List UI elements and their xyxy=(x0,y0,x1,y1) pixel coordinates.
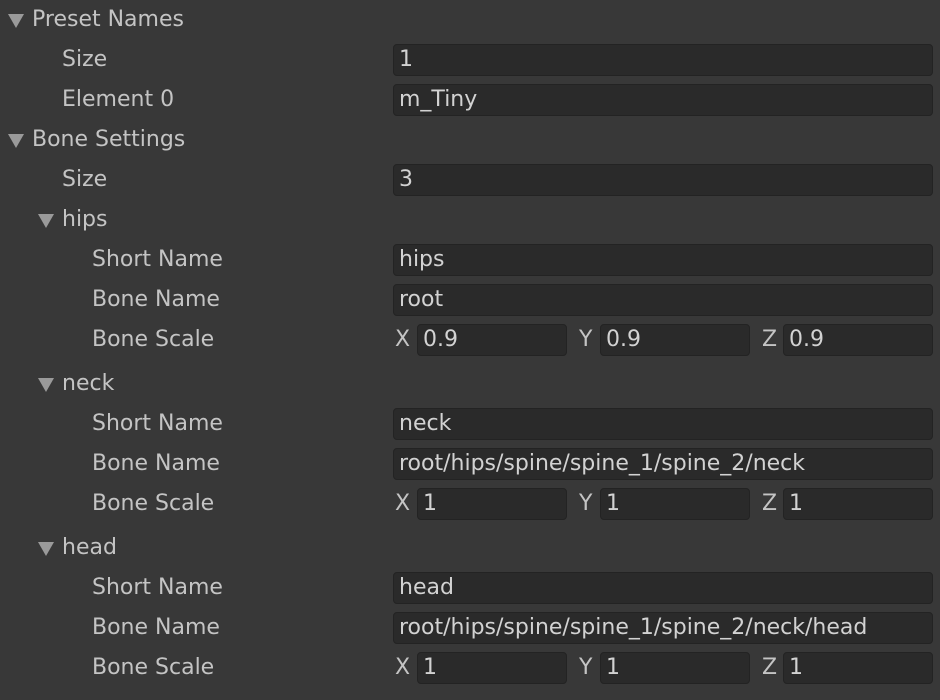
scale-z-field[interactable]: 1 xyxy=(783,488,933,520)
short-name-label: Short Name xyxy=(92,575,223,600)
bone-hips-foldout[interactable]: hips xyxy=(38,200,107,240)
y-axis-label[interactable]: Y xyxy=(579,648,592,688)
bone-scale-label: Bone Scale xyxy=(92,491,215,516)
scale-z-field[interactable]: 1 xyxy=(783,652,933,684)
bone-settings-row: Bone Settings xyxy=(0,120,940,160)
size-label: Size xyxy=(62,47,108,72)
short-name-row: Short Name head xyxy=(0,568,940,608)
bone-label: hips xyxy=(62,207,108,232)
z-axis-label[interactable]: Z xyxy=(762,320,777,360)
scale-z-field[interactable]: 0.9 xyxy=(783,324,933,356)
preset-element-row: Element 0 m_Tiny xyxy=(0,80,940,120)
y-axis-label[interactable]: Y xyxy=(579,320,592,360)
scale-y-field[interactable]: 0.9 xyxy=(600,324,750,356)
preset-names-foldout[interactable]: Preset Names xyxy=(8,0,184,40)
bone-name-field[interactable]: root xyxy=(393,284,933,316)
bone-name-row: Bone Name root/hips/spine/spine_1/spine_… xyxy=(0,444,940,484)
scale-x-field[interactable]: 0.9 xyxy=(417,324,567,356)
bone-scale-label: Bone Scale xyxy=(92,327,215,352)
short-name-label: Short Name xyxy=(92,247,223,272)
short-name-row: Short Name hips xyxy=(0,240,940,280)
bone-settings-size-field[interactable]: 3 xyxy=(393,164,933,196)
z-axis-label[interactable]: Z xyxy=(762,648,777,688)
short-name-label: Short Name xyxy=(92,411,223,436)
bone-label: neck xyxy=(62,371,115,396)
bone-scale-row: Bone Scale X 1 Y 1 Z 1 xyxy=(0,484,940,524)
bone-settings-label: Bone Settings xyxy=(32,127,186,152)
foldout-arrow-icon xyxy=(38,542,54,556)
bone-scale-label: Bone Scale xyxy=(92,655,215,680)
bone-name-row: Bone Name root xyxy=(0,280,940,320)
bone-name-label: Bone Name xyxy=(92,287,220,312)
y-axis-label[interactable]: Y xyxy=(579,484,592,524)
preset-names-label: Preset Names xyxy=(32,7,184,32)
short-name-field[interactable]: hips xyxy=(393,244,933,276)
scale-y-field[interactable]: 1 xyxy=(600,652,750,684)
bone-head-row: head xyxy=(0,528,940,568)
bone-label: head xyxy=(62,535,117,560)
size-label: Size xyxy=(62,167,108,192)
bone-settings-size-row: Size 3 xyxy=(0,160,940,200)
foldout-arrow-icon xyxy=(38,214,54,228)
bone-name-label: Bone Name xyxy=(92,615,220,640)
bone-name-field[interactable]: root/hips/spine/spine_1/spine_2/neck/hea… xyxy=(393,612,933,644)
bone-name-label: Bone Name xyxy=(92,451,220,476)
preset-names-size-row: Size 1 xyxy=(0,40,940,80)
bone-hips-row: hips xyxy=(0,200,940,240)
z-axis-label[interactable]: Z xyxy=(762,484,777,524)
bone-name-row: Bone Name root/hips/spine/spine_1/spine_… xyxy=(0,608,940,648)
scale-y-field[interactable]: 1 xyxy=(600,488,750,520)
short-name-field[interactable]: neck xyxy=(393,408,933,440)
bone-neck-row: neck xyxy=(0,364,940,404)
foldout-arrow-icon xyxy=(8,14,24,28)
foldout-arrow-icon xyxy=(8,134,24,148)
foldout-arrow-icon xyxy=(38,378,54,392)
bone-neck-foldout[interactable]: neck xyxy=(38,364,114,404)
preset-names-row: Preset Names xyxy=(0,0,940,40)
x-axis-label[interactable]: X xyxy=(395,320,410,360)
scale-x-field[interactable]: 1 xyxy=(417,652,567,684)
element-label: Element 0 xyxy=(62,87,175,112)
bone-name-field[interactable]: root/hips/spine/spine_1/spine_2/neck xyxy=(393,448,933,480)
x-axis-label[interactable]: X xyxy=(395,484,410,524)
short-name-field[interactable]: head xyxy=(393,572,933,604)
element-value-field[interactable]: m_Tiny xyxy=(393,84,933,116)
short-name-row: Short Name neck xyxy=(0,404,940,444)
x-axis-label[interactable]: X xyxy=(395,648,410,688)
preset-names-size-field[interactable]: 1 xyxy=(393,44,933,76)
bone-head-foldout[interactable]: head xyxy=(38,528,117,568)
bone-settings-foldout[interactable]: Bone Settings xyxy=(8,120,185,160)
scale-x-field[interactable]: 1 xyxy=(417,488,567,520)
bone-scale-row: Bone Scale X 1 Y 1 Z 1 xyxy=(0,648,940,688)
bone-scale-row: Bone Scale X 0.9 Y 0.9 Z 0.9 xyxy=(0,320,940,360)
